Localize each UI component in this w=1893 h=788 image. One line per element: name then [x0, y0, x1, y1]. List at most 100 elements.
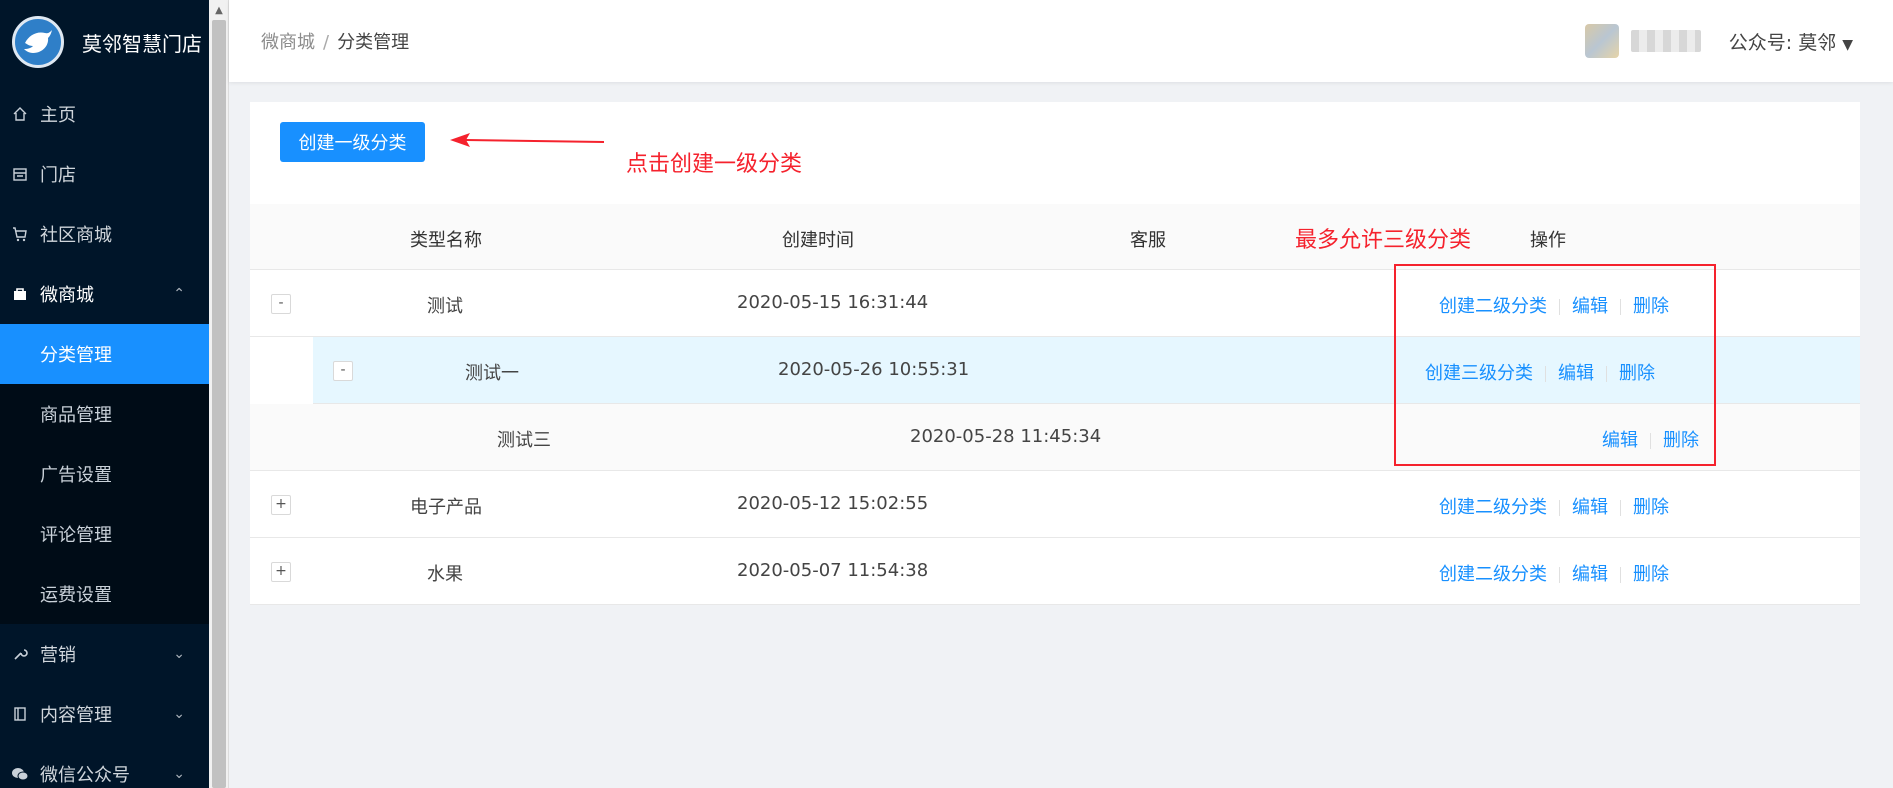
create-level1-category-button[interactable]: 创建一级分类 [280, 122, 425, 162]
account-label: 公众号: 莫邻 [1728, 31, 1837, 54]
sidebar-item-micro-mall[interactable]: 微商城 ⌃ [0, 264, 209, 324]
table-row: 测试三 2020-05-28 11:45:34 编辑 删除 [250, 404, 1860, 471]
sidebar-item-ad-settings[interactable]: 广告设置 [0, 444, 209, 504]
chevron-down-icon: ⌄ [173, 646, 185, 662]
category-panel: 创建一级分类 点击创建一级分类 类型名称 创建时间 客服 操作 最多允许三级分类… [250, 102, 1860, 605]
action-divider [1559, 567, 1560, 583]
scroll-thumb[interactable] [212, 20, 226, 788]
edit-link[interactable]: 编辑 [1602, 430, 1638, 451]
bag-icon [10, 284, 30, 304]
column-header-service: 客服 [1130, 230, 1166, 251]
action-divider [1620, 299, 1621, 315]
sidebar-item-label: 社区商城 [40, 225, 112, 246]
category-name: 电子产品 [410, 497, 482, 518]
category-name: 测试三 [497, 430, 551, 451]
chevron-up-icon: ⌃ [173, 286, 185, 302]
breadcrumb: 微商城 / 分类管理 [261, 28, 409, 54]
bird-logo-icon [12, 16, 64, 68]
sidebar-item-product-management[interactable]: 商品管理 [0, 384, 209, 444]
user-area: 公众号: 莫邻 ▼ [1584, 24, 1853, 58]
sidebar-item-category-management[interactable]: 分类管理 [0, 324, 209, 384]
chevron-down-icon: ⌄ [173, 706, 185, 722]
table-row: + 电子产品 2020-05-12 15:02:55 创建二级分类 编辑 删除 [250, 471, 1860, 538]
action-divider [1559, 500, 1560, 516]
sidebar-item-label: 主页 [40, 105, 76, 126]
home-icon [10, 104, 30, 124]
scroll-up-arrow-icon[interactable]: ▲ [209, 0, 229, 20]
created-time: 2020-05-07 11:54:38 [737, 560, 929, 581]
create-level2-link[interactable]: 创建二级分类 [1439, 564, 1547, 585]
annotation-levels-hint: 最多允许三级分类 [1295, 228, 1472, 253]
micro-mall-submenu: 分类管理 商品管理 广告设置 评论管理 运费设置 [0, 324, 209, 624]
create-level3-link[interactable]: 创建三级分类 [1425, 363, 1533, 384]
breadcrumb-item-micro-mall[interactable]: 微商城 [261, 32, 315, 53]
created-time: 2020-05-15 16:31:44 [737, 292, 929, 313]
sidebar-item-marketing[interactable]: 营销 ⌄ [0, 624, 209, 684]
sidebar-item-label: 营销 [40, 645, 76, 666]
edit-link[interactable]: 编辑 [1572, 497, 1608, 518]
created-time: 2020-05-12 15:02:55 [737, 493, 929, 514]
sidebar-item-label: 门店 [40, 165, 76, 186]
edit-link[interactable]: 编辑 [1572, 564, 1608, 585]
logo-area[interactable]: 莫邻智慧门店 [0, 0, 209, 84]
account-dropdown[interactable]: 公众号: 莫邻 ▼ [1729, 28, 1853, 55]
created-time: 2020-05-26 10:55:31 [778, 359, 970, 380]
delete-link[interactable]: 删除 [1633, 296, 1669, 317]
category-name: 水果 [427, 564, 463, 585]
create-level2-link[interactable]: 创建二级分类 [1439, 296, 1547, 317]
row-actions: 编辑 删除 [1602, 426, 1699, 452]
blurred-username [1630, 30, 1701, 52]
top-header: 微商城 / 分类管理 公众号: 莫邻 ▼ [229, 0, 1893, 82]
create-level2-link[interactable]: 创建二级分类 [1439, 497, 1547, 518]
sidebar-item-label: 内容管理 [40, 705, 112, 726]
sidebar-item-home[interactable]: 主页 [0, 84, 209, 144]
sidebar-item-community-mall[interactable]: 社区商城 [0, 204, 209, 264]
sidebar-item-label: 微信公众号 [40, 765, 130, 786]
category-name: 测试一 [465, 363, 519, 384]
column-header-created: 创建时间 [782, 230, 854, 251]
action-divider [1620, 567, 1621, 583]
cart-icon [10, 224, 30, 244]
row-actions: 创建二级分类 编辑 删除 [1439, 560, 1669, 586]
collapse-toggle[interactable]: - [333, 361, 353, 381]
category-name: 测试 [427, 296, 463, 317]
action-divider [1620, 500, 1621, 516]
action-divider [1545, 366, 1546, 382]
chevron-down-icon: ⌄ [173, 766, 185, 782]
wechat-icon [10, 764, 30, 784]
sidebar-item-content-management[interactable]: 内容管理 ⌄ [0, 684, 209, 744]
delete-link[interactable]: 删除 [1619, 363, 1655, 384]
delete-link[interactable]: 删除 [1663, 430, 1699, 451]
edit-link[interactable]: 编辑 [1572, 296, 1608, 317]
column-header-actions: 操作 [1530, 230, 1566, 251]
sidebar-item-shipping-settings[interactable]: 运费设置 [0, 564, 209, 624]
app-title: 莫邻智慧门店 [82, 31, 202, 56]
edit-link[interactable]: 编辑 [1558, 363, 1594, 384]
sidebar-item-label: 评论管理 [40, 525, 112, 546]
row-actions: 创建二级分类 编辑 删除 [1439, 493, 1669, 519]
delete-link[interactable]: 删除 [1633, 564, 1669, 585]
wrench-icon [10, 644, 30, 664]
row-actions: 创建二级分类 编辑 删除 [1439, 292, 1669, 318]
sidebar-item-label: 分类管理 [40, 345, 112, 366]
expand-toggle[interactable]: + [271, 562, 291, 582]
sidebar-item-store[interactable]: 门店 [0, 144, 209, 204]
avatar[interactable] [1584, 24, 1619, 58]
delete-link[interactable]: 删除 [1633, 497, 1669, 518]
sidebar-item-wechat-official[interactable]: 微信公众号 ⌄ [0, 744, 209, 788]
breadcrumb-separator: / [323, 32, 330, 53]
table-row: - 测试一 2020-05-26 10:55:31 创建三级分类 编辑 删除 [313, 337, 1860, 404]
caret-down-icon: ▼ [1842, 36, 1853, 53]
column-header-name: 类型名称 [410, 230, 482, 251]
table-header: 类型名称 创建时间 客服 操作 [250, 204, 1860, 270]
action-divider [1650, 433, 1651, 449]
sidebar-scrollbar[interactable]: ▲ [209, 0, 229, 788]
row-actions: 创建三级分类 编辑 删除 [1425, 359, 1655, 385]
sidebar-item-label: 广告设置 [40, 465, 112, 486]
expand-toggle[interactable]: + [271, 495, 291, 515]
collapse-toggle[interactable]: - [271, 294, 291, 314]
sidebar-item-review-management[interactable]: 评论管理 [0, 504, 209, 564]
store-icon [10, 164, 30, 184]
breadcrumb-item-current: 分类管理 [337, 32, 410, 53]
table-row: - 测试 2020-05-15 16:31:44 创建二级分类 编辑 删除 [250, 270, 1860, 337]
